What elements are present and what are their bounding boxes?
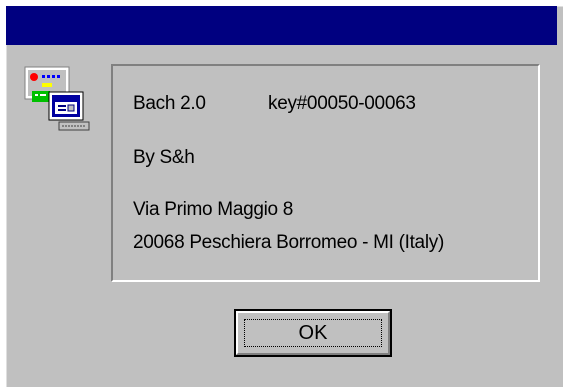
computer-network-icon <box>23 64 93 132</box>
address-line-1: Via Primo Maggio 8 <box>133 199 294 220</box>
title-bar[interactable] <box>6 6 557 45</box>
address-line-2: 20068 Peschiera Borromeo - MI (Italy) <box>133 232 444 253</box>
product-name: Bach 2.0 <box>133 93 206 114</box>
ok-button-label: OK <box>298 322 328 344</box>
license-key: key#00050-00063 <box>268 93 416 114</box>
author-text: By S&h <box>133 147 195 168</box>
ok-button[interactable]: OK <box>234 309 392 357</box>
